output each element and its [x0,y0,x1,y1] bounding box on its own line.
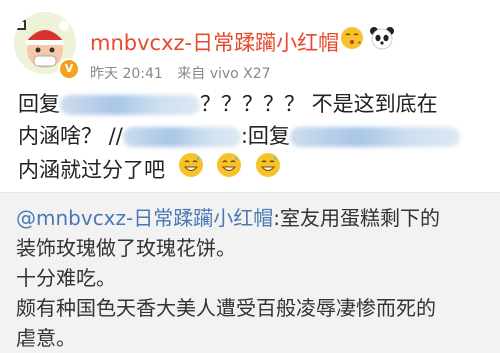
post-time: 昨天 20:41 [90,66,163,82]
repost-body-text: :室友用蛋糕剩下的 [273,206,440,230]
repost-line-4: 颇有种国色天香大美人遭受百般凌辱凄惨而死的 [16,296,436,320]
post-header: V mnbvcxz-日常蹂躏小红帽 昨天 20:41 来自 vivo X27 [0,0,500,88]
body-line-2: 内涵啥？ // :回复 [18,120,488,152]
grinning-sweat-icon [255,152,281,187]
body-text: 内涵就过分了吧 [18,157,165,182]
repost-line-1: @mnbvcxz-日常蹂躏小红帽:室友用蛋糕剩下的 [16,203,486,233]
post-body: 回复 ？？？？？ 不是这到底在 内涵啥？ // :回复 内涵就过分了吧 [18,88,488,184]
redacted-username [289,127,460,147]
repost-card[interactable]: @mnbvcxz-日常蹂躏小红帽:室友用蛋糕剩下的 装饰玫瑰做了玫瑰花饼。 十分… [0,192,500,353]
repost-line-3: 十分难吃。 [16,266,116,290]
repost-text: @mnbvcxz-日常蹂躏小红帽:室友用蛋糕剩下的 装饰玫瑰做了玫瑰花饼。 十分… [16,203,486,353]
reply-label: 回复 [18,92,60,116]
panda-icon [369,26,395,54]
grinning-sweat-icon [178,152,204,187]
verified-badge: V [58,58,80,80]
redacted-username [60,95,200,115]
redacted-username [122,127,241,147]
kissing-face-icon [340,26,364,54]
post-meta: 昨天 20:41 来自 vivo X27 [90,63,271,83]
post-source[interactable]: 来自 vivo X27 [177,66,270,82]
body-text: ？？？？？ 不是这到底在 [200,92,438,116]
reply-label: :回复 [240,124,290,148]
body-line-1: 回复 ？？？？？ 不是这到底在 [18,88,488,120]
username[interactable]: mnbvcxz-日常蹂躏小红帽 [90,27,339,57]
name-emoji-group [340,26,395,52]
body-line-3: 内涵就过分了吧 [18,152,488,184]
grinning-sweat-icon [216,152,242,187]
mention-link[interactable]: @mnbvcxz-日常蹂躏小红帽 [16,206,273,230]
body-text: 内涵啥？ // [18,124,123,148]
repost-line-2: 装饰玫瑰做了玫瑰花饼。 [16,236,236,260]
repost-line-5: 虐意。 [16,326,76,350]
